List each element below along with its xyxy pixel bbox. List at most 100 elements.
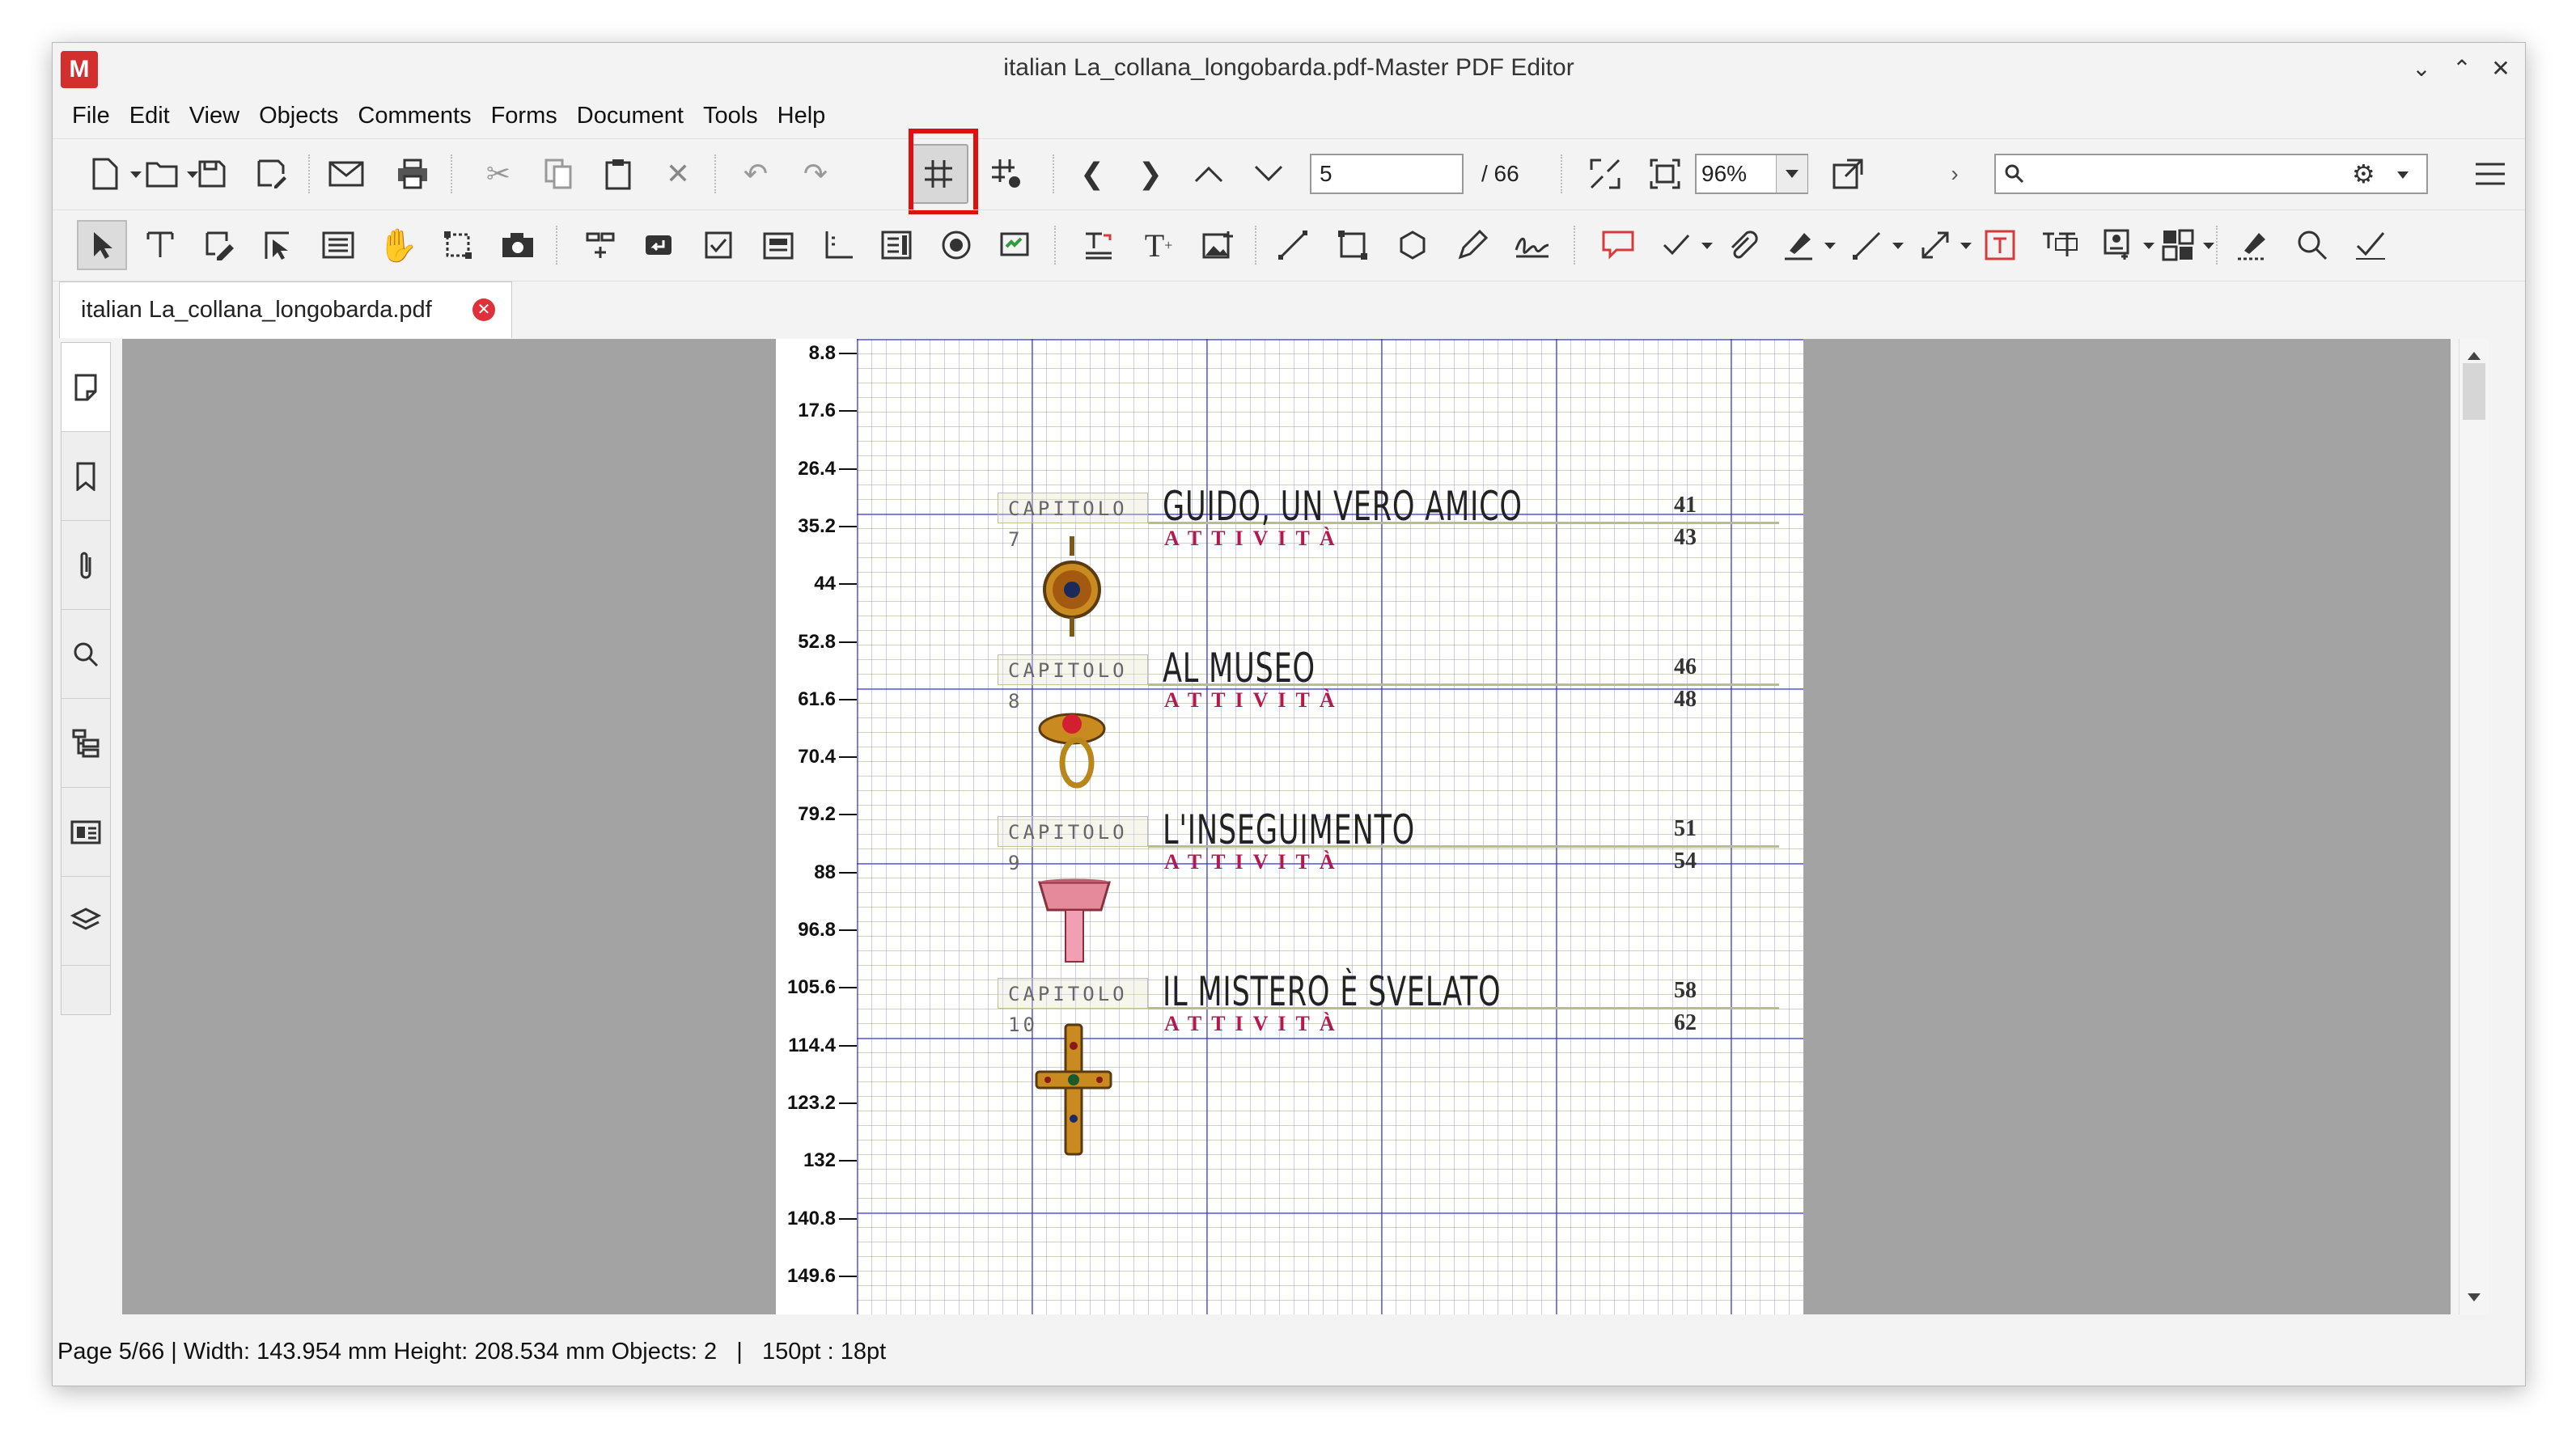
select-region-icon[interactable] (253, 220, 303, 270)
copy-icon[interactable] (533, 149, 583, 199)
scroll-down-icon[interactable] (2468, 1293, 2481, 1308)
pattern-icon[interactable] (2153, 220, 2214, 270)
line-icon[interactable] (1268, 220, 1318, 270)
close-tab-icon[interactable]: ✕ (472, 298, 495, 321)
vertical-scrollbar[interactable] (2459, 339, 2489, 1314)
pdf-page[interactable]: 8.8 17.6 26.4 35.2 44 52.8 61.6 70.4 79.2 88 96.8 1… (776, 339, 1803, 1314)
ruler-tick (839, 468, 857, 470)
form-fields-panel-icon[interactable] (61, 788, 110, 877)
arrow-icon[interactable] (1842, 220, 1904, 270)
menu-comments[interactable]: Comments (348, 95, 481, 137)
measure-icon[interactable] (1910, 220, 1972, 270)
paste-icon[interactable] (593, 149, 643, 199)
toolbar-overflow-icon[interactable]: › (1930, 149, 1980, 199)
text-field-icon[interactable] (813, 220, 863, 270)
menu-forms[interactable]: Forms (481, 95, 567, 137)
typewriter-icon[interactable]: T + (1133, 220, 1184, 270)
minimize-chevron-icon[interactable]: ⌄ (2405, 53, 2438, 85)
attachments-panel-icon[interactable] (61, 521, 110, 610)
structure-panel-icon[interactable] (61, 699, 110, 788)
page-number-input[interactable]: 5 (1310, 154, 1464, 194)
search-text-icon[interactable] (2287, 220, 2337, 270)
button-field-icon[interactable] (633, 220, 684, 270)
signature-field-icon[interactable] (991, 220, 1041, 270)
print-icon[interactable] (388, 149, 438, 199)
close-window-icon[interactable]: ✕ (2485, 53, 2517, 85)
menu-objects[interactable]: Objects (249, 95, 348, 137)
hand-tool-icon[interactable]: ✋ (373, 220, 423, 270)
checkmark-icon[interactable] (1651, 220, 1713, 270)
redo-icon[interactable]: ↷ (790, 149, 841, 199)
menu-view[interactable]: View (180, 95, 249, 137)
save-icon[interactable] (187, 149, 237, 199)
chapter-title: AL MUSEO (1163, 645, 1316, 692)
rectangle-icon[interactable] (1328, 220, 1378, 270)
combo-box-icon[interactable] (871, 220, 922, 270)
open-folder-icon[interactable] (137, 149, 198, 199)
radio-button-icon[interactable] (931, 220, 981, 270)
eraser-icon[interactable] (2227, 220, 2277, 270)
checkbox-icon[interactable] (693, 220, 744, 270)
toc-entry[interactable]: CAPITOLO 7 GUIDO, UN VERO AMICO ATTIVITÀ… (776, 483, 1803, 654)
attachment-icon[interactable] (1718, 220, 1768, 270)
next-icon[interactable]: ❯ (1125, 149, 1176, 199)
sign-icon[interactable] (1507, 220, 1557, 270)
page-up-icon[interactable] (1184, 149, 1234, 199)
fit-page-icon[interactable] (1580, 149, 1630, 199)
approve-icon[interactable] (2345, 220, 2396, 270)
document-tab[interactable]: italian La_collana_longobarda.pdf ✕ (59, 281, 512, 338)
undo-icon[interactable]: ↶ (731, 149, 781, 199)
actual-size-icon[interactable] (1640, 149, 1690, 199)
note-icon[interactable] (1593, 220, 1643, 270)
zoom-dropdown-icon[interactable] (1776, 155, 1807, 193)
gold-ring-icon (1038, 713, 1106, 789)
document-view[interactable]: 8.8 17.6 26.4 35.2 44 52.8 61.6 70.4 79.2 88 96.8 1… (122, 339, 2451, 1314)
ruler-label: 140.8 (786, 1207, 836, 1229)
select-arrow-icon[interactable] (77, 220, 127, 270)
insert-image-icon[interactable] (1193, 220, 1244, 270)
stamp-icon[interactable] (2093, 220, 2154, 270)
delete-icon[interactable]: ✕ (653, 149, 703, 199)
menu-file[interactable]: File (62, 95, 120, 137)
toc-entry[interactable]: CAPITOLO 9 L'INSEGUIMENTO ATTIVITÀ 51 54 (776, 806, 1803, 978)
menu-document[interactable]: Document (567, 95, 693, 137)
menu-tools[interactable]: Tools (693, 95, 768, 137)
hamburger-menu-icon[interactable] (2465, 149, 2515, 199)
save-as-icon[interactable] (247, 149, 297, 199)
settings-icon[interactable]: ⚙ (2352, 159, 2375, 189)
bookmarks-panel-icon[interactable] (61, 432, 110, 521)
form-icon[interactable] (313, 220, 363, 270)
link-icon[interactable] (575, 220, 625, 270)
edit-text-icon[interactable] (135, 220, 185, 270)
chevron-down-icon[interactable] (2397, 171, 2409, 184)
list-box-icon[interactable] (753, 220, 803, 270)
snapshot-icon[interactable] (493, 220, 543, 270)
textbox-icon[interactable] (1975, 220, 2025, 270)
toc-entry[interactable]: CAPITOLO 10 IL MISTERO È SVELATO ATTIVIT… (776, 968, 1803, 1156)
toc-entry[interactable]: CAPITOLO 8 AL MUSEO ATTIVITÀ 46 48 (776, 645, 1803, 816)
scrollbar-thumb[interactable] (2463, 363, 2485, 420)
highlighter-icon[interactable] (1774, 220, 1836, 270)
ruler-label: 132 (803, 1149, 836, 1172)
text-callout-icon[interactable] (2035, 220, 2085, 270)
scroll-up-icon[interactable] (2468, 345, 2481, 360)
search-panel-icon[interactable] (61, 610, 110, 699)
email-icon[interactable] (321, 149, 371, 199)
edit-object-icon[interactable] (195, 220, 245, 270)
polygon-icon[interactable] (1388, 220, 1438, 270)
menu-help[interactable]: Help (768, 95, 836, 137)
maximize-chevron-icon[interactable]: ⌃ (2446, 53, 2478, 85)
crop-icon[interactable] (433, 220, 483, 270)
page-down-icon[interactable] (1244, 149, 1294, 199)
layers-panel-icon[interactable] (61, 877, 110, 966)
search-input[interactable]: ⚙ (1994, 154, 2428, 194)
previous-icon[interactable]: ❮ (1067, 149, 1117, 199)
new-document-icon[interactable] (80, 149, 142, 199)
pencil-icon[interactable] (1447, 220, 1498, 270)
cut-icon[interactable]: ✂ (473, 149, 523, 199)
add-text-icon[interactable] (1074, 220, 1124, 270)
pages-panel-icon[interactable] (61, 343, 110, 432)
menu-edit[interactable]: Edit (120, 95, 180, 137)
fullscreen-icon[interactable] (1823, 149, 1873, 199)
snap-to-grid-icon[interactable] (981, 149, 1032, 199)
